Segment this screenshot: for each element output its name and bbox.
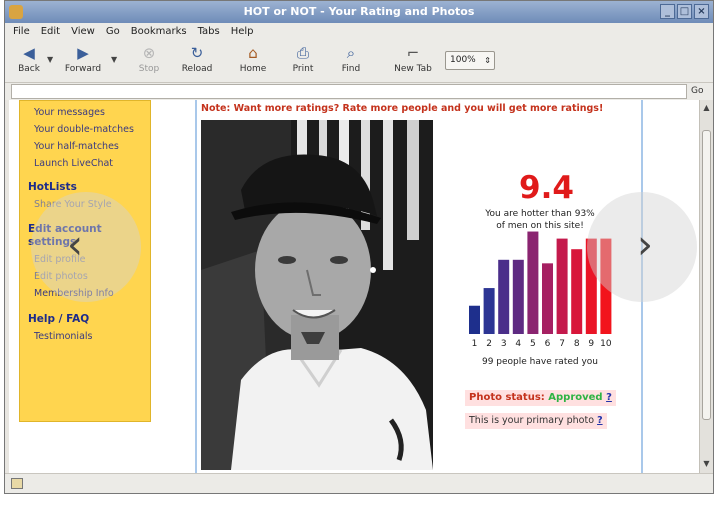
prev-photo-button[interactable]: ‹	[31, 192, 141, 302]
rating-panel: Note: Want more ratings? Rate more peopl…	[195, 100, 643, 473]
menu-go[interactable]: Go	[106, 23, 120, 41]
vertical-scrollbar[interactable]: ▲ ▼	[699, 100, 713, 473]
new-tab-icon: ⌐	[406, 44, 420, 62]
menu-help[interactable]: Help	[231, 23, 254, 41]
rating-tick-label-9: 9	[588, 339, 594, 349]
page-content: Your messages Your double-matches Your h…	[9, 100, 699, 473]
home-label: Home	[239, 64, 267, 74]
rating-tick-label-1: 1	[472, 339, 478, 349]
forward-button[interactable]: ▶ Forward	[61, 43, 105, 81]
rating-tick-label-7: 7	[559, 339, 565, 349]
menu-bar: File Edit View Go Bookmarks Tabs Help	[5, 23, 713, 41]
zoom-select[interactable]: 100% ⇕	[445, 51, 495, 70]
rating-tick-label-3: 3	[501, 339, 507, 349]
rating-tick-label-8: 8	[574, 339, 580, 349]
scrollbar-thumb[interactable]	[702, 130, 711, 420]
next-photo-button[interactable]: ›	[587, 192, 697, 302]
rating-bar-2	[483, 288, 495, 334]
print-button[interactable]: ⎙ Print	[281, 43, 325, 81]
rating-bar-7	[556, 238, 568, 334]
forward-history-dropdown-icon[interactable]: ▼	[111, 55, 119, 64]
printer-icon: ⎙	[296, 44, 309, 62]
rating-bar-5	[527, 231, 539, 334]
primary-photo-text: This is your primary photo	[469, 415, 595, 426]
menu-view[interactable]: View	[71, 23, 95, 41]
rating-tick-label-4: 4	[515, 339, 521, 349]
sidebar-link-messages[interactable]: Your messages	[34, 107, 105, 118]
find-button[interactable]: ⌕ Find	[329, 43, 373, 81]
stop-icon: ⊗	[142, 44, 156, 62]
rating-score: 9.4	[519, 170, 574, 206]
menu-tabs[interactable]: Tabs	[198, 23, 220, 41]
photo-status-value: Approved	[548, 392, 603, 403]
forward-label: Forward	[64, 64, 102, 74]
photo-status: Photo status: Approved ?	[465, 390, 616, 406]
stop-button[interactable]: ⊗ Stop	[127, 43, 171, 81]
menu-file[interactable]: File	[13, 23, 30, 41]
stop-label: Stop	[138, 64, 160, 74]
rated-count-text: 99 people have rated you	[481, 357, 598, 367]
minimize-icon[interactable]: _	[660, 4, 675, 19]
sidebar-link-double-matches[interactable]: Your double-matches	[34, 124, 134, 135]
zoom-value: 100%	[450, 55, 476, 65]
title-bar: HOT or NOT - Your Rating and Photos _ □ …	[5, 1, 713, 23]
ratings-note: Note: Want more ratings? Rate more peopl…	[201, 103, 604, 114]
home-button[interactable]: ⌂ Home	[231, 43, 275, 81]
print-label: Print	[292, 64, 314, 74]
back-label: Back	[18, 64, 40, 74]
rating-bar-6	[542, 263, 553, 334]
reload-icon: ↻	[190, 44, 204, 62]
zoom-stepper-icon: ⇕	[484, 56, 491, 65]
rating-bar-8	[571, 249, 583, 334]
sidebar-heading-hotlists: HotLists	[28, 181, 77, 193]
rating-tick-label-5: 5	[530, 339, 536, 349]
browser-icon	[9, 5, 23, 19]
reload-label: Reload	[181, 64, 213, 74]
navigation-toolbar: ◀ Back ▼ ▶ Forward ▼ ⊗ Stop ↻ Reload ⌂ H…	[5, 41, 713, 83]
forward-arrow-icon: ▶	[77, 44, 89, 62]
photo-status-help-link[interactable]: ?	[606, 392, 612, 403]
reload-button[interactable]: ↻ Reload	[175, 43, 219, 81]
scroll-up-icon[interactable]: ▲	[701, 102, 712, 113]
browser-window: HOT or NOT - Your Rating and Photos _ □ …	[4, 0, 714, 494]
primary-photo-notice: This is your primary photo ?	[465, 413, 607, 429]
sidebar-link-half-matches[interactable]: Your half-matches	[34, 141, 119, 152]
maximize-icon[interactable]: □	[677, 4, 692, 19]
url-input[interactable]	[11, 84, 687, 99]
rating-bar-1	[469, 305, 480, 334]
address-bar: Go	[5, 83, 713, 100]
rating-tick-label-6: 6	[545, 339, 551, 349]
status-bar	[5, 473, 713, 493]
photo-status-label: Photo status:	[469, 392, 545, 403]
rating-tick-label-2: 2	[486, 339, 492, 349]
close-icon[interactable]: ×	[694, 4, 709, 19]
sidebar-link-livechat[interactable]: Launch LiveChat	[34, 158, 113, 169]
scroll-down-icon[interactable]: ▼	[701, 458, 712, 469]
status-page-icon	[11, 478, 23, 489]
menu-bookmarks[interactable]: Bookmarks	[131, 23, 187, 41]
sidebar-heading-help: Help / FAQ	[28, 313, 90, 325]
profile-photo	[201, 120, 433, 470]
chevron-left-icon: ‹	[67, 222, 83, 268]
rating-tick-label-10: 10	[600, 339, 612, 349]
profile-photo-image	[201, 120, 433, 470]
chevron-right-icon: ›	[637, 222, 653, 268]
back-button[interactable]: ◀ Back	[7, 43, 51, 81]
primary-photo-help-link[interactable]: ?	[597, 415, 603, 426]
sidebar-link-testimonials[interactable]: Testimonials	[34, 331, 92, 342]
rating-bar-3	[498, 259, 510, 334]
find-icon: ⌕	[346, 44, 356, 62]
back-history-dropdown-icon[interactable]: ▼	[47, 55, 55, 64]
window-title: HOT or NOT - Your Rating and Photos	[243, 5, 475, 18]
home-icon: ⌂	[248, 44, 258, 62]
rating-bar-4	[512, 259, 524, 334]
find-label: Find	[341, 64, 361, 74]
menu-edit[interactable]: Edit	[41, 23, 60, 41]
new-tab-button[interactable]: ⌐ New Tab	[389, 43, 437, 81]
new-tab-label: New Tab	[394, 64, 432, 74]
go-button[interactable]: Go	[691, 84, 703, 99]
hotter-than-text: You are hotter than 93%	[485, 209, 595, 219]
back-arrow-icon: ◀	[23, 44, 35, 62]
